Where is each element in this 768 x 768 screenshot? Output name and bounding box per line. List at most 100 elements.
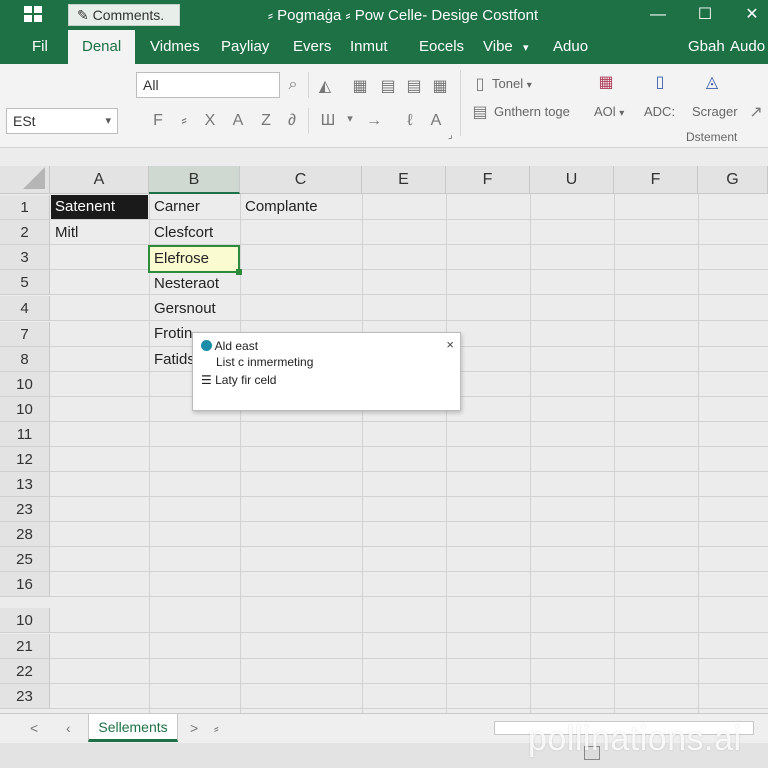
minimize-button[interactable]: — bbox=[643, 4, 673, 26]
column-header-e[interactable]: E bbox=[362, 166, 446, 194]
style-icon[interactable]: ℓ bbox=[400, 112, 420, 130]
row-header[interactable]: 25 bbox=[0, 547, 50, 572]
menu-payliay[interactable]: Payliay bbox=[221, 38, 269, 55]
cell-styles-icon[interactable]: ◬ bbox=[702, 72, 722, 92]
cell-a1[interactable]: Satenent bbox=[51, 195, 148, 219]
menu-evers[interactable]: Evers bbox=[293, 38, 331, 55]
row-header[interactable]: 23 bbox=[0, 497, 50, 522]
menu-file[interactable]: Fil bbox=[32, 38, 48, 55]
menu-aduo[interactable]: Aduo bbox=[553, 38, 588, 55]
menu-gbah[interactable]: Gbah bbox=[688, 38, 725, 55]
column-header-a[interactable]: A bbox=[50, 166, 149, 194]
cell-c1[interactable]: Complante bbox=[241, 195, 361, 219]
column-header-f2[interactable]: F bbox=[614, 166, 698, 194]
popup-item-add[interactable]: Ald east bbox=[201, 339, 258, 353]
menu-denal[interactable]: Denal bbox=[68, 30, 136, 64]
cell-b2[interactable]: Clesfcort bbox=[150, 221, 239, 245]
column-header-g[interactable]: G bbox=[698, 166, 768, 194]
cell-b5[interactable]: Nesteraot bbox=[150, 272, 239, 296]
search-icon[interactable]: ⌕ bbox=[283, 76, 303, 94]
row-header[interactable]: 22 bbox=[0, 659, 50, 684]
row-header[interactable]: 10 bbox=[0, 372, 50, 397]
cell-b8[interactable]: Fatids bbox=[150, 348, 192, 372]
cell-a2[interactable]: Mitl bbox=[51, 221, 148, 245]
text-a-icon[interactable]: A bbox=[426, 112, 446, 130]
row-header[interactable]: 3 bbox=[0, 245, 50, 270]
dialog-launcher-icon[interactable]: ⌟ bbox=[448, 130, 453, 141]
chevron-down-icon[interactable]: ▾ bbox=[340, 112, 360, 125]
tab-scroll-first-icon[interactable]: < bbox=[30, 720, 38, 736]
tab-scroll-right-icon[interactable]: > bbox=[190, 720, 198, 736]
close-button[interactable]: ✕ bbox=[737, 4, 767, 26]
menu-audo[interactable]: Audo bbox=[730, 38, 765, 55]
row-header[interactable]: 10 bbox=[0, 397, 50, 422]
column-header-u[interactable]: U bbox=[530, 166, 614, 194]
column-header-f[interactable]: F bbox=[446, 166, 530, 194]
paste-icon[interactable]: Ш bbox=[318, 112, 338, 130]
tab-scroll-left-icon[interactable]: ‹ bbox=[66, 720, 71, 736]
cell-b3-active[interactable]: Elefrose bbox=[148, 245, 240, 273]
format-icon-d[interactable]: ∂ bbox=[282, 112, 302, 130]
row-header[interactable]: 8 bbox=[0, 347, 50, 372]
row-header[interactable]: 21 bbox=[0, 634, 50, 659]
select-all-corner[interactable] bbox=[0, 166, 50, 194]
table-icon[interactable]: ▤ bbox=[470, 102, 490, 122]
draw-icon[interactable]: ↗ bbox=[746, 102, 766, 122]
popup-close-button[interactable]: × bbox=[446, 337, 454, 352]
spreadsheet-grid[interactable]: A B C E F U F G 1 2 3 5 4 7 8 10 10 11 12 13 23 28 25 1… bbox=[0, 148, 768, 713]
adc-button[interactable]: ADC: bbox=[644, 104, 675, 119]
popup-item-field[interactable]: ☰ Laty fir celd bbox=[201, 373, 276, 387]
font-field[interactable]: All bbox=[136, 72, 280, 98]
format-icon-a[interactable]: A bbox=[228, 112, 248, 130]
row-header[interactable]: 4 bbox=[0, 296, 50, 321]
add-sheet-icon[interactable]: ⸗ bbox=[214, 720, 219, 736]
column-header-c[interactable]: C bbox=[240, 166, 362, 194]
column-header-b[interactable]: B bbox=[149, 166, 240, 194]
gnthern-toge-button[interactable]: Gnthern toge bbox=[494, 104, 570, 119]
row-header[interactable]: 1 bbox=[0, 195, 50, 220]
tonel-dropdown[interactable]: Tonel ▾ bbox=[492, 76, 532, 91]
document-title: ⸗ Pogmaġa ⸗ Pow Celle- Desige Costfont bbox=[268, 7, 539, 24]
scrager-button[interactable]: Scrager bbox=[692, 104, 738, 119]
sheet-tab-active[interactable]: Sellements bbox=[88, 714, 178, 742]
row-header[interactable]: 23 bbox=[0, 684, 50, 709]
row-header[interactable]: 5 bbox=[0, 270, 50, 295]
excel-app-icon[interactable] bbox=[24, 6, 42, 22]
cell-b4[interactable]: Gersnout bbox=[150, 297, 239, 321]
maximize-button[interactable]: ☐ bbox=[690, 4, 720, 26]
fill-color-icon[interactable]: ◭ bbox=[315, 76, 335, 96]
format-table-icon[interactable]: ▯ bbox=[650, 72, 670, 92]
format-icon-f[interactable]: F bbox=[148, 112, 168, 130]
format-icon-z[interactable]: Z bbox=[256, 112, 276, 130]
cell-b1[interactable]: Carner bbox=[150, 195, 239, 219]
row-header[interactable]: 7 bbox=[0, 322, 50, 347]
grid-row-line bbox=[50, 219, 768, 220]
merge-icon[interactable]: ▤ bbox=[378, 76, 398, 96]
row-header[interactable]: 2 bbox=[0, 220, 50, 245]
row-header[interactable]: 13 bbox=[0, 472, 50, 497]
comments-button[interactable]: ✎ Comments. bbox=[68, 4, 180, 26]
menu-eocels[interactable]: Eocels bbox=[419, 38, 464, 55]
cell-b7[interactable]: Frotin bbox=[150, 322, 192, 346]
menu-inmut[interactable]: Inmut bbox=[350, 38, 388, 55]
row-header[interactable]: 11 bbox=[0, 422, 50, 447]
row-header[interactable]: 16 bbox=[0, 572, 50, 597]
menu-vibe[interactable]: Vibe ▾ bbox=[483, 38, 528, 55]
border-icon[interactable]: ▦ bbox=[350, 76, 370, 96]
aol-dropdown[interactable]: AOl ▾ bbox=[594, 104, 624, 119]
name-box[interactable]: ESt ▾ bbox=[6, 108, 118, 134]
arrow-right-icon[interactable]: → bbox=[364, 112, 384, 130]
ribbon-separator bbox=[308, 72, 309, 98]
row-header[interactable]: 28 bbox=[0, 522, 50, 547]
conditional-format-icon[interactable]: ▦ bbox=[596, 72, 616, 92]
popup-item-list[interactable]: List c inmermeting bbox=[216, 355, 313, 369]
row-header[interactable]: 12 bbox=[0, 447, 50, 472]
row-header[interactable]: 10 bbox=[0, 608, 50, 633]
format-icon-bar[interactable]: ⸗ bbox=[174, 112, 194, 130]
menu-vibe-label: Vibe bbox=[483, 38, 513, 55]
menu-vidmes[interactable]: Vidmes bbox=[150, 38, 200, 55]
format-icon-x[interactable]: X bbox=[200, 112, 220, 130]
wrap-icon[interactable]: ▦ bbox=[430, 76, 450, 96]
document-icon[interactable]: ▯ bbox=[470, 74, 490, 94]
align-icon[interactable]: ▤ bbox=[404, 76, 424, 96]
